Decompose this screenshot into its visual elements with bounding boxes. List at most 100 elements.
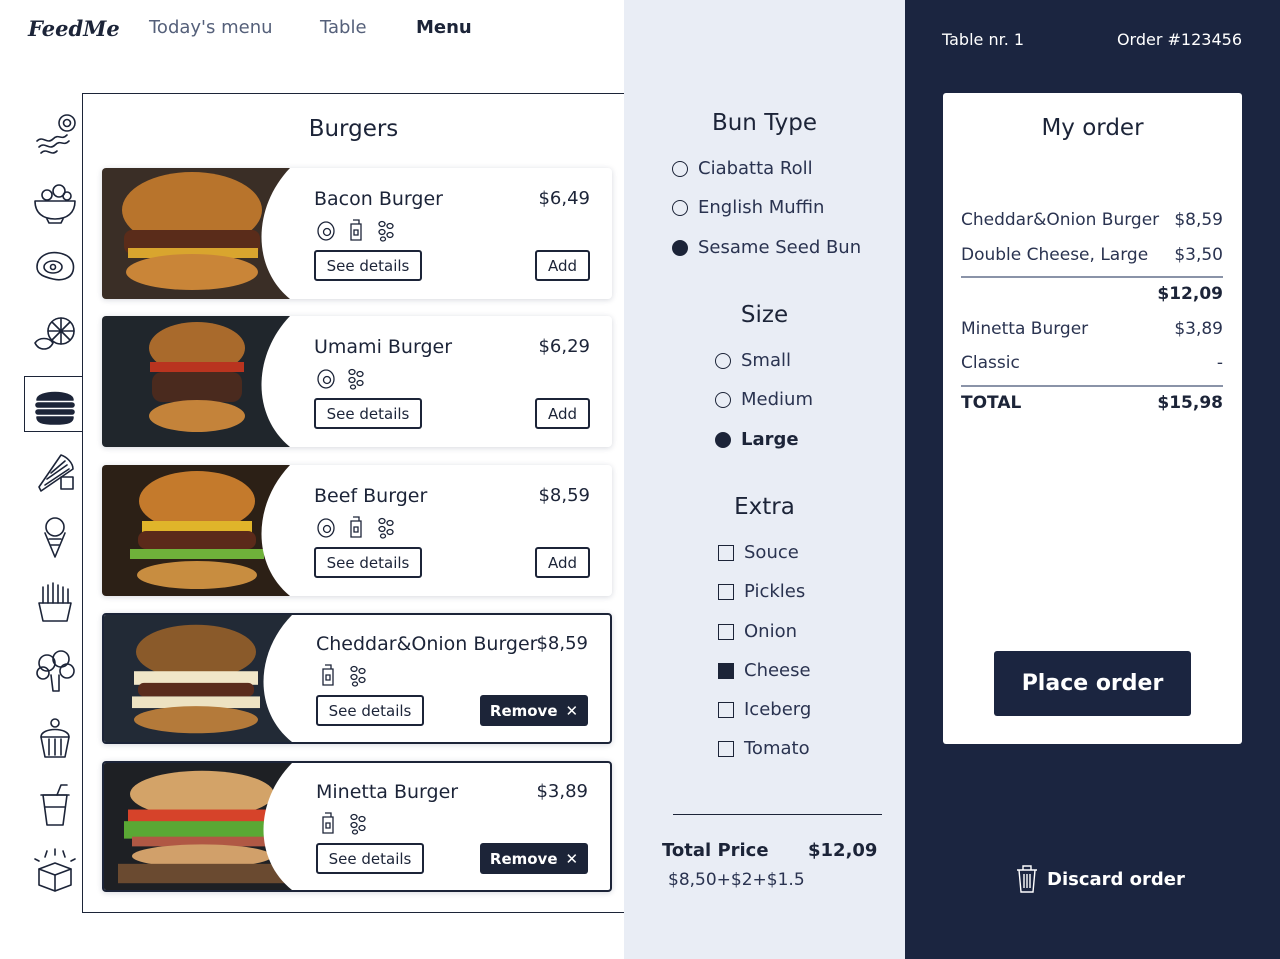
checkbox[interactable]: [718, 740, 734, 757]
option-label: Souce: [744, 542, 799, 563]
item-price: $3,89: [536, 781, 588, 802]
category-cakes[interactable]: [28, 710, 82, 764]
category-burgers[interactable]: [24, 376, 84, 432]
add-button[interactable]: Add: [535, 398, 590, 429]
egg-icon: [317, 518, 335, 538]
order-line: Double Cheese, Large $3,50: [961, 245, 1223, 265]
see-details-button[interactable]: See details: [316, 695, 424, 726]
menu-item-card[interactable]: Bacon Burger $6,49 See details Add: [102, 168, 612, 299]
cupcake-icon: [40, 718, 70, 758]
milk-icon: [350, 516, 362, 538]
extra-option-tomato[interactable]: Tomato: [718, 738, 810, 759]
burger-photo: [104, 615, 292, 742]
add-button[interactable]: Add: [535, 250, 590, 281]
option-label: English Muffin: [698, 197, 825, 218]
order-line-name: Double Cheese, Large: [961, 245, 1149, 265]
checkbox[interactable]: [718, 544, 734, 561]
radio-button[interactable]: [715, 352, 731, 369]
discard-order-button[interactable]: Discard order: [1015, 864, 1185, 894]
size-option-medium[interactable]: Medium: [715, 389, 813, 410]
ice-cream-icon: [44, 517, 66, 558]
radio-button[interactable]: [672, 199, 688, 216]
total-price-formula: $8,50+$2+$1.5: [668, 870, 805, 890]
see-details-button[interactable]: See details: [314, 398, 422, 429]
size-option-small[interactable]: Small: [715, 350, 791, 371]
menu-item-card[interactable]: Beef Burger $8,59 See details Add: [102, 465, 612, 596]
category-breakfast[interactable]: [28, 108, 82, 162]
bun-option-ciabatta[interactable]: Ciabatta Roll: [672, 158, 813, 179]
close-icon: ✕: [565, 701, 579, 720]
item-price: $8,59: [538, 485, 590, 506]
checkbox-checked[interactable]: [718, 662, 734, 679]
menu-item-card-selected[interactable]: Cheddar&Onion Burger $8,59 See details R…: [102, 613, 612, 744]
category-desserts[interactable]: [28, 510, 82, 564]
category-wraps[interactable]: [28, 444, 82, 498]
drink-icon: [40, 784, 70, 826]
order-line: Classic -: [961, 353, 1223, 373]
extra-option-souce[interactable]: Souce: [718, 542, 799, 563]
radio-button[interactable]: [715, 391, 731, 408]
checkbox[interactable]: [718, 623, 734, 640]
remove-button[interactable]: Remove ✕: [480, 695, 588, 726]
allergen-icons: [314, 366, 368, 390]
order-line: Minetta Burger $3,89: [961, 319, 1223, 339]
extra-option-iceberg[interactable]: Iceberg: [718, 699, 811, 720]
menu-item-card[interactable]: Umami Burger $6,29 See details Add: [102, 316, 612, 447]
nav-menu[interactable]: Menu: [416, 17, 472, 38]
see-details-button[interactable]: See details: [316, 843, 424, 874]
extra-option-onion[interactable]: Onion: [718, 621, 797, 642]
category-seafood[interactable]: [28, 308, 82, 362]
radio-button-selected[interactable]: [715, 431, 731, 448]
extra-option-pickles[interactable]: Pickles: [718, 581, 805, 602]
category-vegetables[interactable]: [28, 644, 82, 698]
radio-button[interactable]: [672, 160, 688, 177]
size-option-large[interactable]: Large: [715, 429, 799, 450]
seeds-icon: [350, 665, 366, 687]
item-name: Cheddar&Onion Burger: [316, 633, 538, 655]
category-drinks[interactable]: [28, 778, 82, 832]
place-order-button[interactable]: Place order: [994, 651, 1191, 716]
add-button[interactable]: Add: [535, 547, 590, 578]
allergen-icons: [316, 663, 370, 687]
bacon-egg-icon: [36, 114, 76, 154]
category-specials[interactable]: [28, 844, 82, 898]
remove-label: Remove: [489, 701, 558, 720]
bun-option-sesame[interactable]: Sesame Seed Bun: [672, 237, 861, 258]
category-salads[interactable]: [28, 176, 82, 230]
options-column: Bun Type Ciabatta Roll English Muffin Se…: [624, 0, 905, 959]
order-subtotal: $12,09: [961, 284, 1223, 304]
category-sides[interactable]: [28, 576, 82, 630]
milk-icon: [322, 664, 334, 686]
order-line-name: Minetta Burger: [961, 319, 1089, 339]
menu-column: FeedMe Today's menu Table Menu Burgers B…: [0, 0, 625, 959]
app-logo[interactable]: FeedMe: [28, 16, 120, 41]
order-summary-card: My order Cheddar&Onion Burger $8,59 Doubl…: [943, 93, 1242, 744]
menu-title: Burgers: [308, 116, 399, 142]
radio-button-selected[interactable]: [672, 239, 688, 256]
salad-bowl-icon: [34, 184, 76, 224]
order-line-price: $3,50: [1174, 245, 1223, 265]
menu-item-card-selected[interactable]: Minetta Burger $3,89 See details Remove ✕: [102, 761, 612, 892]
item-price: $8,59: [536, 633, 588, 654]
seafood-icon: [34, 317, 75, 350]
remove-button[interactable]: Remove ✕: [480, 843, 588, 874]
order-number: Order #123456: [1116, 30, 1242, 49]
order-total-label: TOTAL: [961, 393, 1022, 413]
divider: [673, 814, 882, 815]
extra-option-cheese[interactable]: Cheese: [718, 660, 811, 681]
category-steaks[interactable]: [28, 240, 82, 294]
fries-icon: [38, 582, 72, 622]
allergen-icons: [316, 811, 370, 835]
option-label: Iceberg: [744, 699, 812, 720]
steak-icon: [36, 251, 75, 281]
option-label: Large: [741, 429, 799, 450]
see-details-button[interactable]: See details: [314, 250, 422, 281]
see-details-button[interactable]: See details: [314, 547, 422, 578]
bun-option-muffin[interactable]: English Muffin: [672, 197, 824, 218]
checkbox[interactable]: [718, 701, 734, 718]
nav-todays-menu[interactable]: Today's menu: [149, 17, 273, 38]
option-label: Tomato: [744, 738, 810, 759]
checkbox[interactable]: [718, 583, 734, 600]
nav-table[interactable]: Table: [320, 17, 367, 38]
order-title: My order: [1041, 115, 1144, 141]
